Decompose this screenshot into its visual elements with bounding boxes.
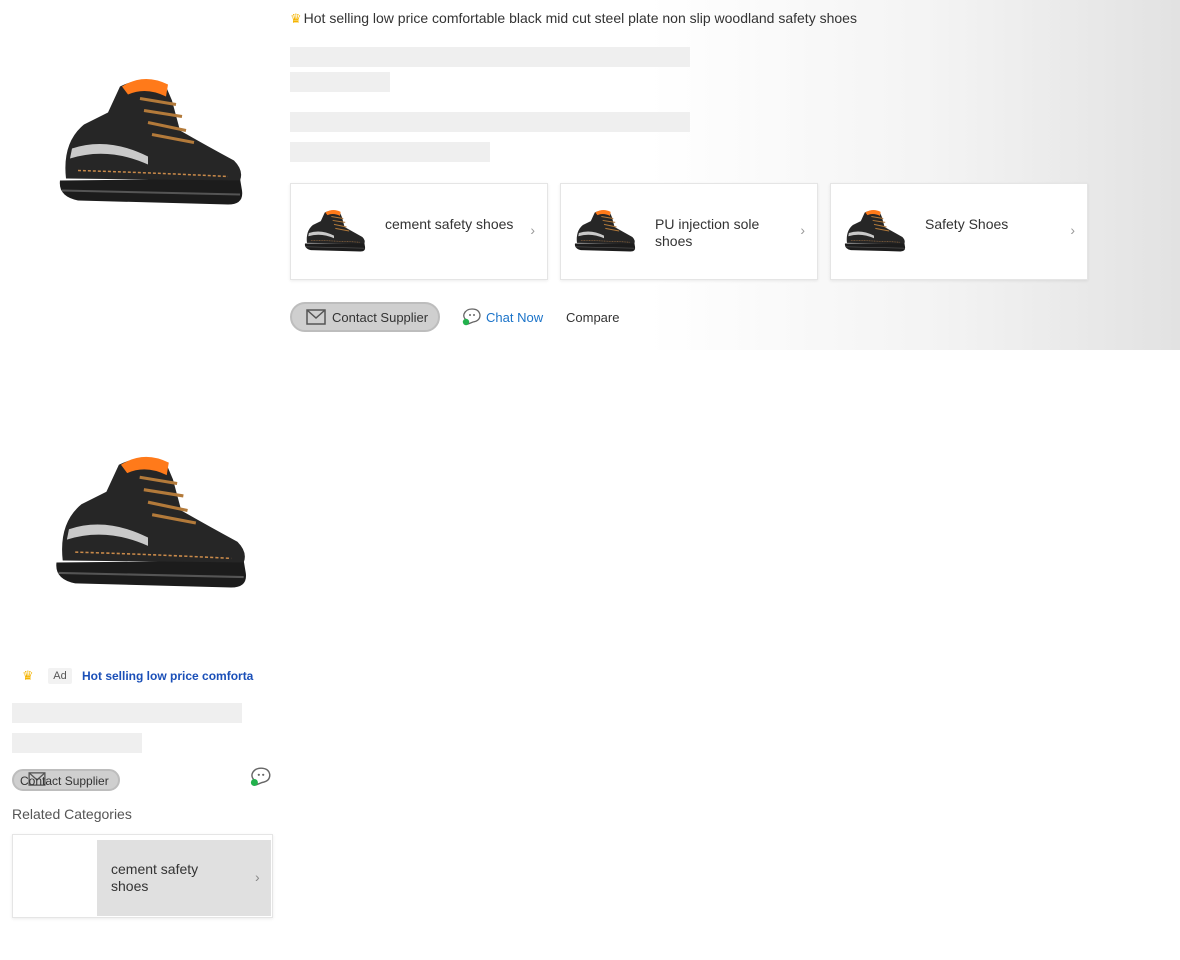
product-listing-card: ♛ Hot selling low price comfortable black…: [0, 0, 1180, 350]
chat-now-link[interactable]: Chat Now: [462, 308, 543, 329]
loading-placeholder: [290, 112, 690, 132]
related-categories-heading: Related Categories: [12, 806, 132, 822]
related-category-card[interactable]: cement safety shoes ›: [290, 183, 548, 280]
mail-icon: [306, 309, 326, 325]
chat-bubble-icon: [462, 308, 481, 326]
chat-bubble-icon[interactable]: [250, 767, 272, 787]
category-thumbnail: [844, 209, 906, 252]
chevron-right-icon: ›: [530, 222, 535, 238]
category-thumbnail: [304, 209, 366, 252]
contact-supplier-label: Contact Supplier: [20, 774, 109, 788]
ad-badge: Ad: [48, 668, 72, 684]
crown-icon: ♛: [22, 668, 34, 683]
contact-supplier-label: Contact Supplier: [332, 310, 429, 325]
product-image[interactable]: [44, 448, 252, 598]
loading-placeholder: [290, 142, 490, 162]
product-title[interactable]: Hot selling low price comfortable black …: [304, 10, 857, 26]
category-label: PU injection sole shoes: [655, 216, 760, 249]
loading-placeholder: [12, 733, 142, 753]
related-category-card[interactable]: PU injection sole shoes ›: [560, 183, 818, 280]
chevron-right-icon: ›: [1070, 222, 1075, 238]
chat-now-label: Chat Now: [486, 310, 544, 325]
product-title-row[interactable]: ♛ Ad Hot selling low price comforta: [22, 668, 274, 686]
category-label: cement safety shoes: [111, 861, 199, 894]
loading-placeholder: [290, 72, 390, 92]
category-label: Safety Shoes: [925, 216, 1009, 232]
related-category-card[interactable]: Safety Shoes ›: [830, 183, 1088, 280]
product-title[interactable]: Hot selling low price comforta: [82, 669, 253, 683]
product-title-row[interactable]: ♛ Hot selling low price comfortable black…: [290, 10, 857, 27]
related-category-card[interactable]: cement safety shoes ›: [12, 834, 273, 918]
category-label: cement safety shoes: [385, 216, 514, 232]
contact-supplier-button[interactable]: Contact Supplier: [290, 302, 440, 332]
compare-link[interactable]: Compare: [566, 310, 619, 325]
crown-icon: ♛: [290, 11, 302, 26]
product-image[interactable]: [48, 70, 248, 215]
loading-placeholder: [290, 47, 690, 67]
chevron-right-icon: ›: [800, 222, 805, 238]
category-thumbnail: [574, 209, 636, 252]
loading-placeholder: [12, 703, 242, 723]
chevron-right-icon: ›: [255, 869, 260, 885]
contact-supplier-button[interactable]: Contact Supplier: [12, 769, 120, 791]
